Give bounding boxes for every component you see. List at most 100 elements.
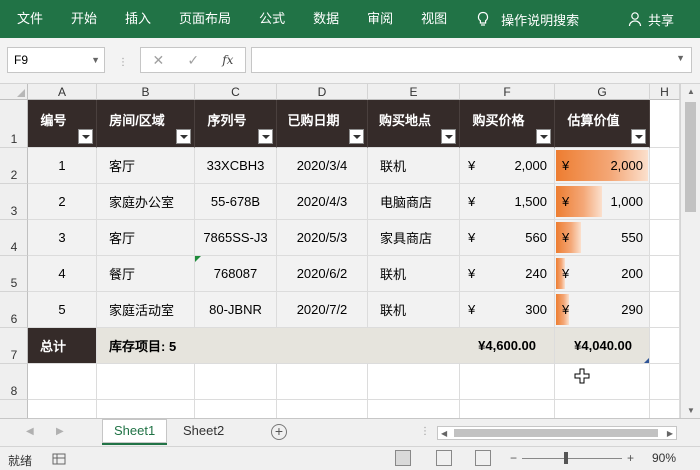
table-header-cell[interactable]: 购买地点: [368, 100, 460, 148]
cell-h-blank[interactable]: [650, 148, 680, 184]
tab-page-layout[interactable]: 页面布局: [165, 0, 245, 38]
cell-price[interactable]: ¥560: [460, 220, 555, 256]
column-header-e[interactable]: E: [368, 84, 460, 100]
next-sheet-icon[interactable]: ▶: [56, 426, 64, 437]
row-header-3[interactable]: 3: [0, 184, 28, 220]
column-header-b[interactable]: B: [97, 84, 195, 100]
cell-place[interactable]: 电脑商店: [368, 184, 460, 220]
row-header-1[interactable]: 1: [0, 100, 28, 148]
cell-place[interactable]: 联机: [368, 292, 460, 328]
row-header-5[interactable]: 5: [0, 256, 28, 292]
zoom-level[interactable]: 90%: [652, 451, 676, 465]
expand-formula-icon[interactable]: ▼: [676, 53, 685, 63]
table-header-cell[interactable]: 房间/区域: [97, 100, 195, 148]
filter-dropdown-icon[interactable]: [258, 129, 273, 144]
filter-dropdown-icon[interactable]: [78, 129, 93, 144]
cell-date[interactable]: 2020/7/2: [277, 292, 368, 328]
empty-cell[interactable]: [195, 400, 277, 418]
formula-input[interactable]: ▼: [251, 47, 692, 73]
column-header-g[interactable]: G: [555, 84, 650, 100]
cell-serial[interactable]: 33XCBH3: [195, 148, 277, 184]
empty-cell[interactable]: [277, 400, 368, 418]
sheet-tab-sheet2[interactable]: Sheet2: [171, 419, 236, 445]
empty-cell[interactable]: [28, 400, 97, 418]
cell-room[interactable]: 餐厅: [97, 256, 195, 292]
vertical-scrollbar[interactable]: ▲ ▼: [680, 84, 700, 418]
table-header-cell[interactable]: 编号: [28, 100, 97, 148]
cell-serial[interactable]: 768087: [195, 256, 277, 292]
cell-value[interactable]: ¥290: [555, 292, 650, 328]
scroll-right-icon[interactable]: ▶: [667, 429, 673, 438]
empty-cell[interactable]: [650, 400, 680, 418]
cell-number[interactable]: 3: [28, 220, 97, 256]
tab-split-handle-icon[interactable]: ⋮: [420, 426, 430, 437]
cell-value[interactable]: ¥1,000: [555, 184, 650, 220]
cell-date[interactable]: 2020/3/4: [277, 148, 368, 184]
empty-cell[interactable]: [555, 400, 650, 418]
tab-file[interactable]: 文件: [0, 0, 57, 38]
cell-price[interactable]: ¥300: [460, 292, 555, 328]
row-header-2[interactable]: 2: [0, 148, 28, 184]
tab-home[interactable]: 开始: [57, 0, 111, 38]
row-header-8[interactable]: 8: [0, 364, 28, 400]
cell-price[interactable]: ¥240: [460, 256, 555, 292]
table-resize-handle[interactable]: [644, 358, 649, 363]
cell-number[interactable]: 1: [28, 148, 97, 184]
cell-serial[interactable]: 55-678B: [195, 184, 277, 220]
prev-sheet-icon[interactable]: ◀: [26, 426, 34, 437]
cell-price[interactable]: ¥1,500: [460, 184, 555, 220]
total-label-cell[interactable]: 总计: [28, 328, 97, 364]
filter-dropdown-icon[interactable]: [176, 129, 191, 144]
zoom-slider-thumb[interactable]: [564, 452, 568, 464]
filter-dropdown-icon[interactable]: [441, 129, 456, 144]
zoom-in-icon[interactable]: +: [627, 451, 634, 465]
empty-cell[interactable]: [97, 364, 195, 400]
horizontal-scroll-thumb[interactable]: [454, 429, 658, 437]
column-header-h[interactable]: H: [650, 84, 680, 100]
select-all-corner[interactable]: [0, 84, 28, 100]
filter-dropdown-icon[interactable]: [631, 129, 646, 144]
page-break-view-icon[interactable]: [475, 450, 491, 466]
share-button[interactable]: 共享: [628, 0, 674, 38]
page-layout-view-icon[interactable]: [436, 450, 452, 466]
cell-serial[interactable]: 80-JBNR: [195, 292, 277, 328]
cancel-icon[interactable]: ✕: [153, 52, 165, 69]
cell-h1[interactable]: [650, 100, 680, 148]
cell-place[interactable]: 家具商店: [368, 220, 460, 256]
cell-h-blank[interactable]: [650, 256, 680, 292]
insert-function-icon[interactable]: fx: [222, 53, 233, 67]
sheet-tab-sheet1[interactable]: Sheet1: [102, 419, 168, 445]
row-header-4[interactable]: 4: [0, 220, 28, 256]
table-header-cell[interactable]: 购买价格: [460, 100, 555, 148]
row-header-6[interactable]: 6: [0, 292, 28, 328]
column-header-f[interactable]: F: [460, 84, 555, 100]
filter-dropdown-icon[interactable]: [349, 129, 364, 144]
normal-view-icon[interactable]: [395, 450, 411, 466]
cell-number[interactable]: 2: [28, 184, 97, 220]
zoom-out-icon[interactable]: −: [510, 451, 517, 465]
tab-review[interactable]: 审阅: [353, 0, 407, 38]
tab-data[interactable]: 数据: [299, 0, 353, 38]
column-header-c[interactable]: C: [195, 84, 277, 100]
cell-number[interactable]: 5: [28, 292, 97, 328]
table-header-cell[interactable]: 估算价值: [555, 100, 650, 148]
empty-cell[interactable]: [368, 400, 460, 418]
row-header-9[interactable]: 9: [0, 400, 28, 418]
cell-h-blank[interactable]: [650, 328, 680, 364]
empty-cell[interactable]: [28, 364, 97, 400]
cell-room[interactable]: 客厅: [97, 148, 195, 184]
chevron-down-icon[interactable]: ▼: [91, 48, 100, 72]
total-price-cell[interactable]: ¥4,600.00: [460, 328, 555, 364]
scroll-left-icon[interactable]: ◀: [441, 429, 447, 438]
cell-value[interactable]: ¥2,000: [555, 148, 650, 184]
column-header-a[interactable]: A: [28, 84, 97, 100]
cell-date[interactable]: 2020/6/2: [277, 256, 368, 292]
row-header-7[interactable]: 7: [0, 328, 28, 364]
add-sheet-icon[interactable]: +: [271, 424, 287, 440]
scroll-down-icon[interactable]: ▼: [687, 406, 695, 415]
total-items-cell[interactable]: 库存项目: 5: [97, 328, 460, 364]
cell-h-blank[interactable]: [650, 220, 680, 256]
cell-date[interactable]: 2020/4/3: [277, 184, 368, 220]
column-header-d[interactable]: D: [277, 84, 368, 100]
filter-dropdown-icon[interactable]: [536, 129, 551, 144]
